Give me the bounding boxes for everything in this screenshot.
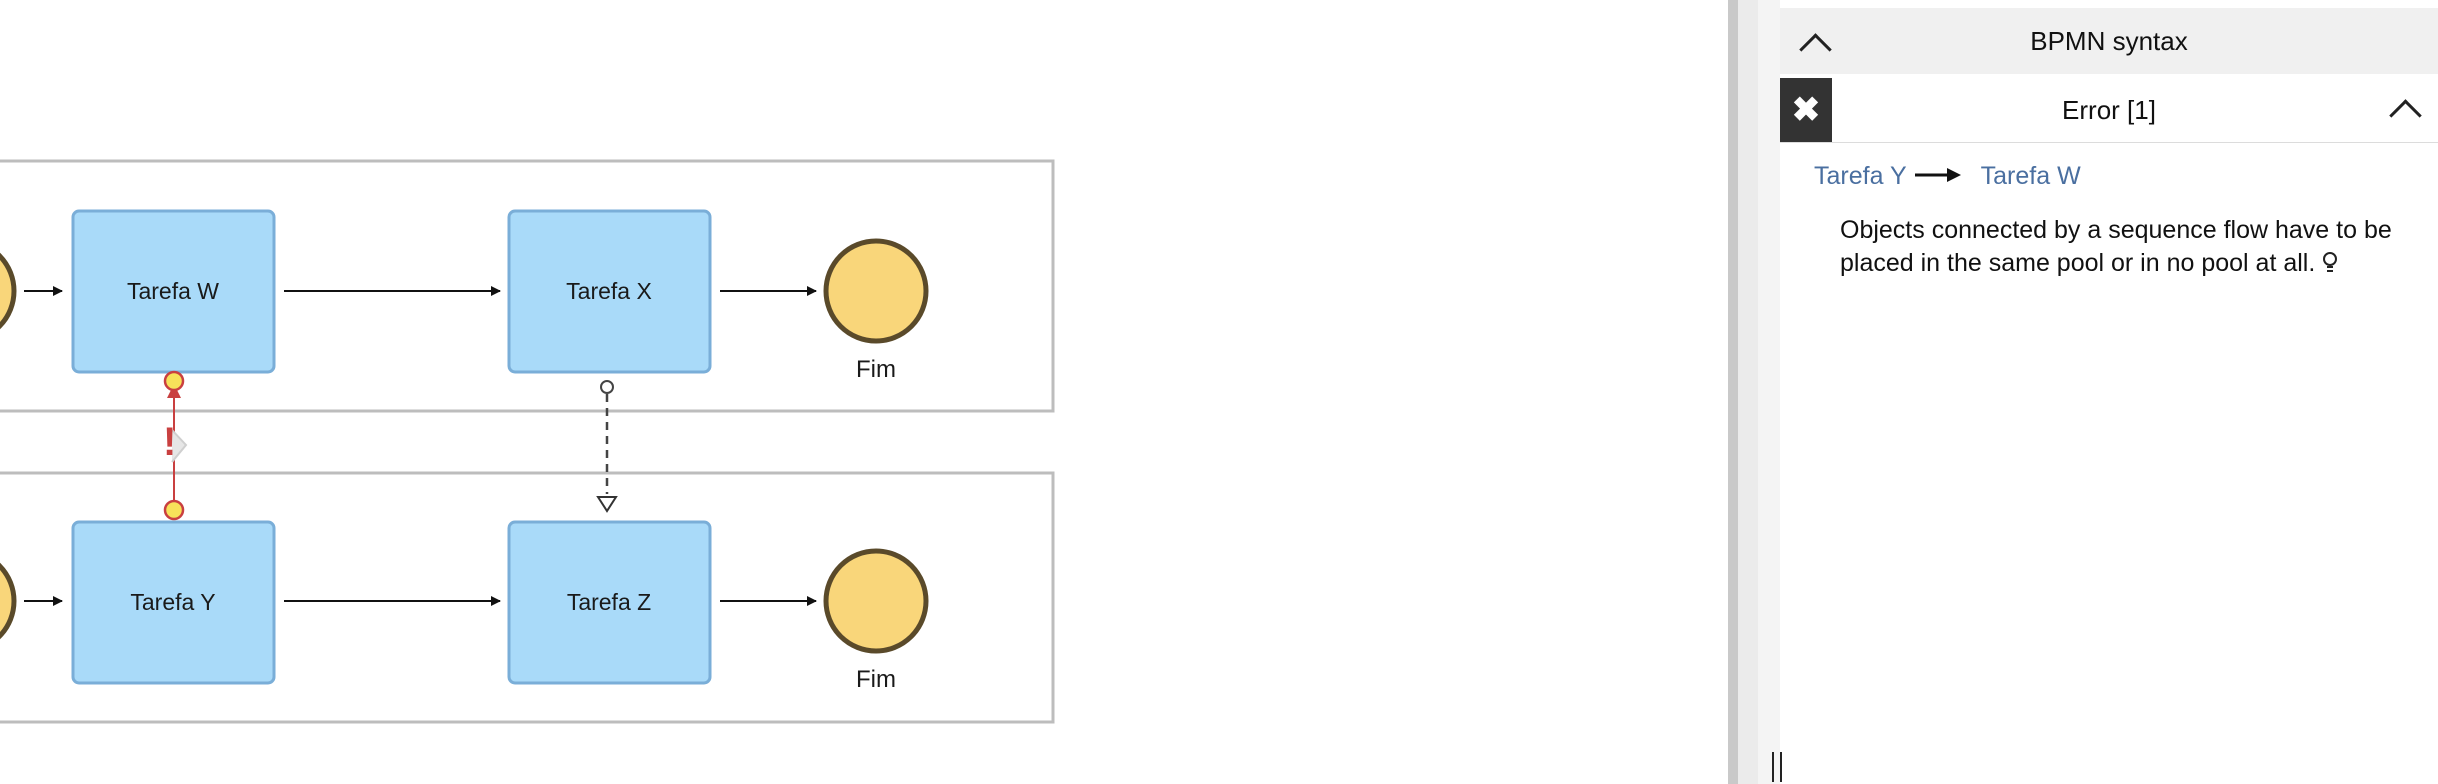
end-event-top[interactable]: [823, 238, 929, 344]
task-label-x: Tarefa X: [566, 277, 652, 304]
error-section-header[interactable]: ✖ Error [1]: [1780, 78, 2438, 143]
syntax-panel: BPMN syntax ✖ Error [1] Tarefa Y Tarefa …: [1780, 0, 2438, 784]
lightbulb-icon[interactable]: [2322, 252, 2338, 276]
connection-handle-bottom[interactable]: [163, 499, 185, 521]
panel-splitter[interactable]: [1728, 0, 1738, 784]
connection-handle-top[interactable]: [163, 370, 185, 392]
error-message-text: Objects connected by a sequence flow hav…: [1840, 216, 2392, 277]
task-label-w: Tarefa W: [126, 277, 220, 304]
error-exclamation-icon[interactable]: !: [163, 420, 176, 464]
end-label-bottom: Fim: [856, 666, 896, 693]
error-source-link[interactable]: Tarefa Y: [1814, 162, 1907, 191]
bpmn-syntax-header[interactable]: BPMN syntax: [1780, 8, 2438, 74]
task-label-y: Tarefa Y: [130, 588, 216, 615]
diagram-canvas[interactable]: ! Tarefa W Tarefa X Tarefa Y Tarefa Z Fi…: [0, 0, 1728, 784]
resize-cursor: [1772, 752, 1782, 782]
panel-splitter-track: [1738, 0, 1758, 784]
panel-gutter: [1758, 0, 1780, 784]
task-label-z: Tarefa Z: [566, 588, 652, 615]
end-event-bottom[interactable]: [823, 548, 929, 654]
end-label-top: Fim: [856, 356, 896, 383]
error-message: Objects connected by a sequence flow hav…: [1840, 214, 2430, 282]
message-flow-source-marker: [600, 380, 614, 394]
sequence-flow-arrow-icon: [1914, 162, 1963, 191]
error-link-row[interactable]: Tarefa Y Tarefa W: [1814, 158, 2081, 194]
panel-title: BPMN syntax: [2030, 26, 2188, 56]
error-target-link[interactable]: Tarefa W: [1981, 162, 2081, 191]
error-title: Error [1]: [2062, 95, 2156, 125]
